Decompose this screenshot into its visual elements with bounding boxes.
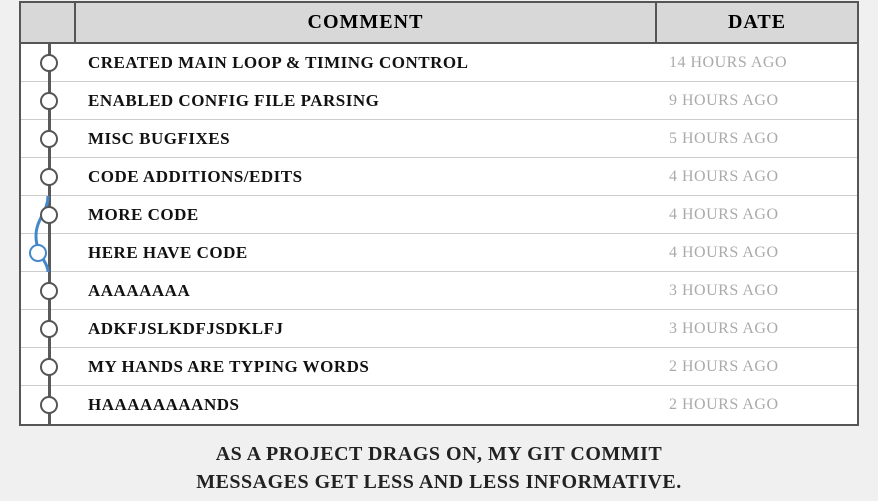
cell-comment: MORE CODE [76,199,657,231]
cell-date: 3 HOURS AGO [657,276,857,306]
table-header: COMMENT DATE [21,3,857,44]
cell-comment: CREATED MAIN LOOP & TIMING CONTROL [76,47,657,79]
table-row: MORE CODE 4 HOURS AGO [21,196,857,234]
table-row: CREATED MAIN LOOP & TIMING CONTROL 14 HO… [21,44,857,82]
date-column-header: DATE [657,3,857,42]
cell-comment: MY HANDS ARE TYPING WORDS [76,351,657,383]
commit-dot [40,358,58,376]
cell-date: 5 HOURS AGO [657,124,857,154]
table-row: HERE HAVE CODE 4 HOURS AGO [21,234,857,272]
cell-date: 14 HOURS AGO [657,48,857,78]
cell-comment: HAAAAAAAANDS [76,389,657,421]
table-row: MISC BUGFIXES 5 HOURS AGO [21,120,857,158]
table-row: ADKFJSLKDFJSDKLFJ 3 HOURS AGO [21,310,857,348]
cell-date: 4 HOURS AGO [657,238,857,268]
cell-date: 2 HOURS AGO [657,352,857,382]
commit-dot [29,244,47,262]
table-row: CODE ADDITIONS/EDITS 4 HOURS AGO [21,158,857,196]
cell-comment: ENABLED CONFIG FILE PARSING [76,85,657,117]
cell-date: 2 HOURS AGO [657,390,857,420]
icon-column-header [21,3,76,42]
table-row: AAAAAAAA 3 HOURS AGO [21,272,857,310]
commit-dot [40,130,58,148]
cell-comment: CODE ADDITIONS/EDITS [76,161,657,193]
table-body: CREATED MAIN LOOP & TIMING CONTROL 14 HO… [21,44,857,424]
commit-dot [40,168,58,186]
cell-comment: AAAAAAAA [76,275,657,307]
cell-date: 4 HOURS AGO [657,162,857,192]
commit-dot [40,206,58,224]
comment-column-header: COMMENT [76,3,657,42]
table-row: MY HANDS ARE TYPING WORDS 2 HOURS AGO [21,348,857,386]
caption: AS A PROJECT DRAGS ON, MY GIT COMMIT MES… [19,436,859,500]
caption-line1: AS A PROJECT DRAGS ON, MY GIT COMMIT [29,440,849,468]
table-row: HAAAAAAAANDS 2 HOURS AGO [21,386,857,424]
cell-comment: ADKFJSLKDFJSDKLFJ [76,313,657,345]
caption-line2: MESSAGES GET LESS AND LESS INFORMATIVE. [29,468,849,496]
commit-dot [40,320,58,338]
cell-date: 3 HOURS AGO [657,314,857,344]
commit-table: COMMENT DATE CREATED MAIN LOOP & TIMING … [19,1,859,426]
cell-comment: HERE HAVE CODE [76,237,657,269]
commit-dot [40,282,58,300]
commit-dot [40,54,58,72]
table-row: ENABLED CONFIG FILE PARSING 9 HOURS AGO [21,82,857,120]
commit-dot [40,396,58,414]
commit-dot [40,92,58,110]
cell-date: 4 HOURS AGO [657,200,857,230]
main-container: COMMENT DATE CREATED MAIN LOOP & TIMING … [19,1,859,500]
cell-comment: MISC BUGFIXES [76,123,657,155]
cell-date: 9 HOURS AGO [657,86,857,116]
